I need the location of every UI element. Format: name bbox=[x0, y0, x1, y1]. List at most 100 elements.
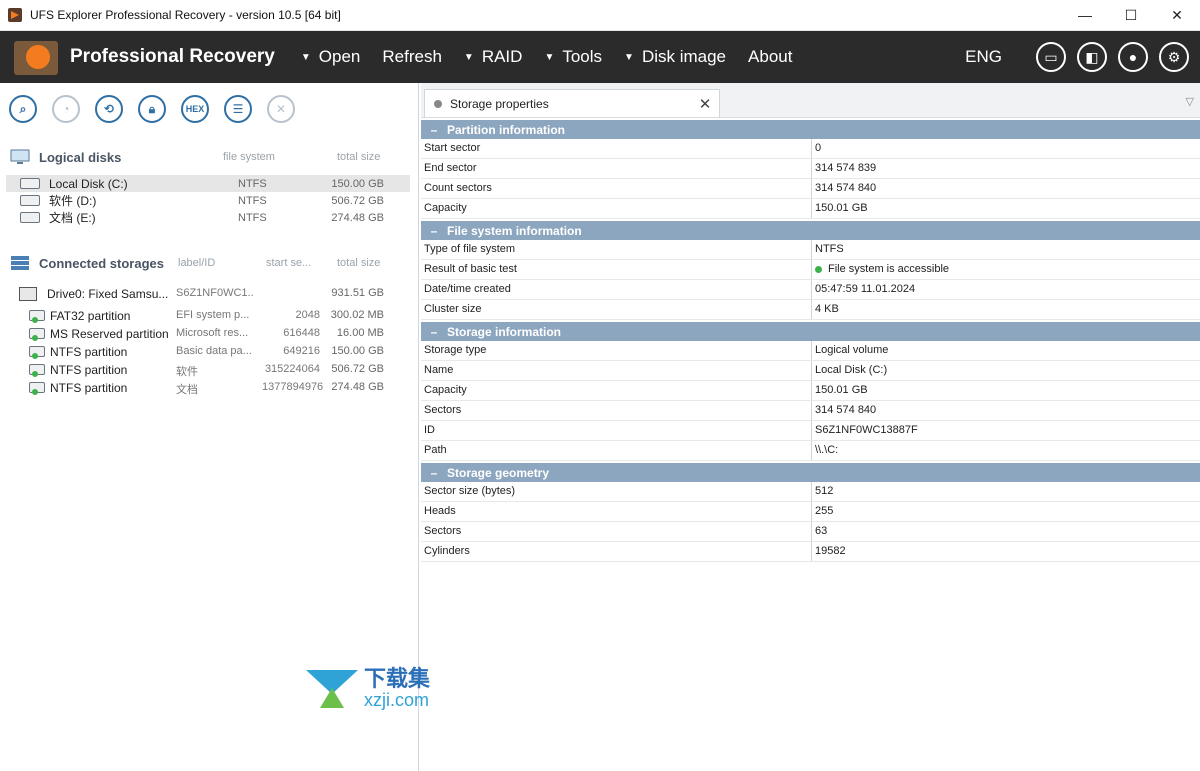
property-row: Date/time created 05:47:59 11.01.2024 bbox=[421, 280, 1200, 300]
property-row: Capacity 150.01 GB bbox=[421, 381, 1200, 401]
close-window-button[interactable]: ✕ bbox=[1154, 0, 1200, 30]
partition-name: NTFS partition bbox=[50, 381, 128, 395]
property-row: Result of basic test File system is acces… bbox=[421, 260, 1200, 280]
property-value-cell: 512 bbox=[812, 482, 833, 501]
disk-fs: NTFS bbox=[238, 194, 267, 207]
disk-size: 274.48 GB bbox=[331, 211, 384, 224]
property-value-cell: Logical volume bbox=[812, 341, 888, 360]
menu-label: RAID bbox=[481, 47, 523, 66]
section-header[interactable]: – Storage geometry bbox=[421, 463, 1200, 482]
property-value-cell: 05:47:59 11.01.2024 bbox=[812, 280, 915, 299]
watermark-cn: 下载集 bbox=[364, 666, 431, 691]
drive-row[interactable]: Drive0: Fixed Samsu... S6Z1NF0WC1... 931… bbox=[0, 285, 410, 303]
partition-size: 506.72 GB bbox=[331, 363, 384, 375]
property-value-cell: 150.01 GB bbox=[812, 199, 868, 218]
menu-label: Tools bbox=[562, 47, 603, 66]
disk-size: 150.00 GB bbox=[331, 177, 384, 190]
menu-raid[interactable]: ▼ RAID bbox=[464, 47, 523, 67]
tab-storage-properties[interactable]: Storage properties ✕ bbox=[424, 89, 720, 117]
menu-label: Open bbox=[318, 47, 361, 66]
menu-disk-image[interactable]: ▼ Disk image bbox=[624, 47, 726, 67]
section-title: Storage geometry bbox=[447, 465, 550, 480]
title-bar: UFS Explorer Professional Recovery - ver… bbox=[0, 0, 1200, 31]
language-selector[interactable]: ENG bbox=[965, 47, 1002, 67]
menu-open[interactable]: ▼ Open bbox=[301, 47, 361, 67]
disk-fs: NTFS bbox=[238, 211, 267, 224]
collapse-icon[interactable]: – bbox=[421, 123, 447, 137]
user-icon[interactable]: ● bbox=[1118, 42, 1148, 72]
collapse-icon[interactable]: – bbox=[421, 224, 447, 238]
property-key: Start sector bbox=[421, 139, 812, 158]
property-key: Date/time created bbox=[421, 280, 812, 299]
drive-name: Drive0: Fixed Samsu... bbox=[47, 287, 169, 301]
property-value-cell: 314 574 840 bbox=[812, 179, 876, 198]
menu-refresh[interactable]: Refresh bbox=[382, 47, 442, 67]
section-header[interactable]: – Storage information bbox=[421, 322, 1200, 341]
lock-icon[interactable]: 🔒︎ bbox=[138, 95, 166, 123]
tab-menu-icon[interactable]: ▽ bbox=[1186, 95, 1194, 108]
search-icon[interactable]: ⌕ bbox=[9, 95, 37, 123]
partition-name: NTFS partition bbox=[50, 345, 128, 359]
section-title: Storage information bbox=[447, 324, 562, 339]
disk-name: 软件 (D:) bbox=[49, 194, 97, 208]
minimize-button[interactable]: — bbox=[1062, 0, 1108, 30]
property-key: Capacity bbox=[421, 199, 812, 218]
property-row: Heads 255 bbox=[421, 502, 1200, 522]
log-icon[interactable]: ▭ bbox=[1036, 42, 1066, 72]
property-value: 150.01 GB bbox=[815, 202, 868, 214]
property-value: 63 bbox=[815, 525, 828, 537]
undelete-icon[interactable]: ⟲ bbox=[95, 95, 123, 123]
property-row: Sectors 63 bbox=[421, 522, 1200, 542]
col-file-system: file system bbox=[223, 151, 275, 163]
partition-row[interactable]: NTFS partition 文档 1377894976 274.48 GB bbox=[0, 379, 410, 397]
menu-about[interactable]: About bbox=[748, 47, 792, 67]
property-value: 314 574 840 bbox=[815, 182, 877, 194]
property-key: Storage type bbox=[421, 341, 812, 360]
collapse-icon[interactable]: – bbox=[421, 325, 447, 339]
property-key: Count sectors bbox=[421, 179, 812, 198]
close-icon[interactable]: ✕ bbox=[267, 95, 295, 123]
partition-row[interactable]: NTFS partition 软件 315224064 506.72 GB bbox=[0, 361, 410, 379]
hex-icon[interactable]: HEX bbox=[181, 95, 209, 123]
property-value: 314 574 839 bbox=[815, 162, 877, 174]
partition-row[interactable]: NTFS partition Basic data pa... 649216 150.… bbox=[0, 343, 410, 361]
drive-icon bbox=[19, 287, 37, 301]
partition-start: 649216 bbox=[283, 345, 320, 357]
partition-row[interactable]: MS Reserved partition Microsoft res... 616… bbox=[0, 325, 410, 343]
property-row: End sector 314 574 839 bbox=[421, 159, 1200, 179]
dropdown-arrow-icon: ▼ bbox=[624, 51, 634, 63]
tab-close-icon[interactable]: ✕ bbox=[695, 95, 715, 113]
col-storage-size: total size bbox=[337, 257, 381, 269]
settings-icon[interactable]: ⚙ bbox=[1159, 42, 1189, 72]
partition-size: 150.00 GB bbox=[331, 345, 384, 357]
property-key: Path bbox=[421, 441, 812, 460]
property-value-cell: 63 bbox=[812, 522, 827, 541]
section-header[interactable]: – Partition information bbox=[421, 120, 1200, 139]
menu-label: About bbox=[748, 47, 793, 66]
partition-label: 文档 bbox=[176, 384, 198, 396]
property-key: Sectors bbox=[421, 522, 812, 541]
partition-label: 软件 bbox=[176, 366, 198, 378]
maximize-button[interactable]: ☐ bbox=[1108, 0, 1154, 30]
chart-icon[interactable]: ◔ bbox=[52, 95, 80, 123]
property-row: Count sectors 314 574 840 bbox=[421, 179, 1200, 199]
logical-disk-row[interactable]: Local Disk (C:) NTFS 150.00 GB bbox=[6, 175, 410, 192]
section-header[interactable]: – File system information bbox=[421, 221, 1200, 240]
menu-tools[interactable]: ▼ Tools bbox=[544, 47, 602, 67]
logical-disk-row[interactable]: 文档 (E:) NTFS 274.48 GB bbox=[6, 209, 410, 226]
property-value: 19582 bbox=[815, 545, 846, 557]
logical-disk-row[interactable]: 软件 (D:) NTFS 506.72 GB bbox=[6, 192, 410, 209]
partition-row[interactable]: FAT32 partition EFI system p... 2048 300.02… bbox=[0, 307, 410, 325]
property-key: Type of file system bbox=[421, 240, 812, 259]
panel-icon[interactable]: ◧ bbox=[1077, 42, 1107, 72]
logical-disks-header: Logical disks bbox=[10, 149, 121, 165]
partition-label: EFI system p... bbox=[176, 309, 250, 321]
property-value-cell: \\.\C: bbox=[812, 441, 838, 460]
partition-size: 300.02 MB bbox=[330, 309, 384, 321]
collapse-icon[interactable]: – bbox=[421, 466, 447, 480]
tab-label: Storage properties bbox=[450, 96, 549, 111]
list-icon[interactable]: ☰ bbox=[224, 95, 252, 123]
brand-name: Professional Recovery bbox=[70, 46, 275, 67]
partition-icon bbox=[29, 328, 45, 341]
property-value: S6Z1NF0WC13887F bbox=[815, 424, 918, 436]
